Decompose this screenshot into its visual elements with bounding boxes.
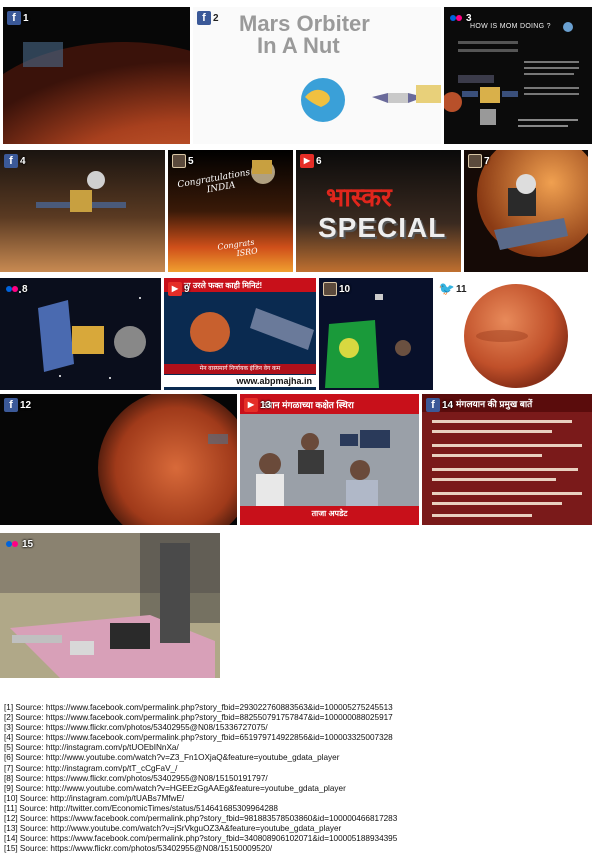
tile-9-ticker: मेन वास्यमार्ग निर्णायक इंजिन वेग कम [164,364,316,374]
source-line[interactable]: [10] Source: http://instagram.com/p/tUAB… [4,794,596,804]
youtube-icon: ▶ [244,398,258,412]
tile-14[interactable]: मंगलयान की प्रमुख बातें f 14 [422,394,592,525]
tile-7-badge: 7 [468,154,490,168]
source-line[interactable]: [15] Source: https://www.flickr.com/phot… [4,844,596,854]
source-line[interactable]: [8] Source: https://www.flickr.com/photo… [4,774,596,784]
source-line[interactable]: [1] Source: https://www.facebook.com/per… [4,703,596,713]
tile-11[interactable]: 🐦 11 [436,278,592,390]
instagram-icon [323,282,337,296]
tile-6-badge: ▶ 6 [300,154,322,168]
tile-5[interactable]: Congratulations INDIA Congrats ISRO 5 [168,150,293,272]
source-line[interactable]: [7] Source: http://instagram.com/p/tT_cC… [4,764,596,774]
source-line[interactable]: [12] Source: https://www.facebook.com/pe… [4,814,596,824]
mission-infographic-image [444,22,579,127]
source-line[interactable]: [14] Source: https://www.facebook.com/pe… [4,834,596,844]
flickr-icon [4,537,20,551]
mars-horizon-image [0,394,237,525]
tile-4-badge: f4 [4,154,26,168]
tile-8-badge: 8 [4,282,28,296]
tile-13-ticker: ताजा अपडेट [311,509,348,518]
facebook-icon: f [7,11,21,25]
tile-2[interactable]: Mars Orbiter In A Nut f2 [193,7,441,144]
special-label: SPECIAL [318,212,447,243]
source-line[interactable]: [4] Source: https://www.facebook.com/per… [4,733,596,743]
tile-11-badge: 🐦 11 [438,281,467,296]
facebook-icon: f [4,154,18,168]
tile-number: 11 [456,283,467,295]
tile-number: 6 [316,155,322,167]
facebook-icon: f [426,398,440,412]
tile-9-url: www.abpmajha.in [164,375,316,387]
tile-number: 1 [23,12,29,24]
source-line[interactable]: [13] Source: http://www.youtube.com/watc… [4,824,596,834]
source-line[interactable]: [9] Source: http://www.youtube.com/watch… [4,784,596,794]
tile-number: 2 [213,12,219,24]
tile-7[interactable]: 7 [464,150,588,272]
tile-8[interactable]: 8 [0,278,161,390]
tile-10-badge: 10 [323,282,350,296]
source-line[interactable]: [2] Source: https://www.facebook.com/per… [4,713,596,723]
facebook-icon: f [4,398,18,412]
orbiter-and-mars-image [464,150,588,272]
tile-9-badge: ▶ 9 [168,282,190,296]
tile-1-badge: f1 [7,11,29,25]
spacecraft-assembly-image [0,533,220,678]
cartoon-globe-image [301,78,441,122]
tile-number: 4 [20,155,26,167]
tile-6[interactable]: भास्कर SPECIAL ▶ 6 [296,150,461,272]
tile-9[interactable]: ता उरले फक्त काही मिनिटं! मेन वास्यमार्ग… [164,278,316,390]
youtube-icon: ▶ [168,282,182,296]
tile-3[interactable]: HOW IS MOM DOING ? 3 [444,7,592,144]
instagram-icon [468,154,482,168]
tile-1[interactable]: f1 [3,7,190,144]
tile-3-badge: 3 [448,11,472,25]
tile-number: 9 [184,283,190,295]
tile-5-badge: 5 [172,154,194,168]
channel-name: भास्कर [326,182,392,212]
tile-number: 8 [22,283,28,295]
instagram-icon [172,154,186,168]
mission-facts-list-image [432,420,582,517]
source-line[interactable]: [5] Source: http://instagram.com/p/tUOEb… [4,743,596,753]
facebook-icon: f [197,11,211,25]
tile-12[interactable]: f 12 [0,394,237,525]
tile-number: 7 [484,155,490,167]
tile-15[interactable]: 15 [0,533,220,678]
twitter-icon: 🐦 [438,281,456,296]
tile-4[interactable]: f4 [0,150,165,272]
tile-2-badge: f2 [197,11,219,25]
orbiter-over-mars-image [0,150,165,272]
flickr-icon [4,282,20,296]
source-line[interactable]: [3] Source: https://www.flickr.com/photo… [4,723,596,733]
tile-14-badge: f 14 [426,398,453,412]
tile-number: 12 [20,399,32,411]
youtube-icon: ▶ [300,154,314,168]
tile-number: 10 [339,283,351,295]
mars-closeup-image [3,7,190,144]
tile-15-badge: 15 [4,537,33,551]
tile-number: 13 [260,399,272,411]
source-line[interactable]: [11] Source: http://twitter.com/Economic… [4,804,596,814]
tile-13[interactable]: तयान मंगळाच्या कक्षेत स्थिरा ताजा अपडेट … [240,394,419,525]
sources-list: [1] Source: https://www.facebook.com/per… [4,703,596,854]
source-line[interactable]: [6] Source: http://www.youtube.com/watch… [4,753,596,763]
tile-number: 5 [188,155,194,167]
tile-number: 14 [442,399,454,411]
tile-13-badge: ▶ 13 [244,398,271,412]
tile-number: 3 [466,12,472,24]
flickr-icon [448,11,464,25]
tile-12-badge: f 12 [4,398,31,412]
tile-number: 15 [22,538,34,550]
tile-10[interactable]: 10 [319,278,433,390]
